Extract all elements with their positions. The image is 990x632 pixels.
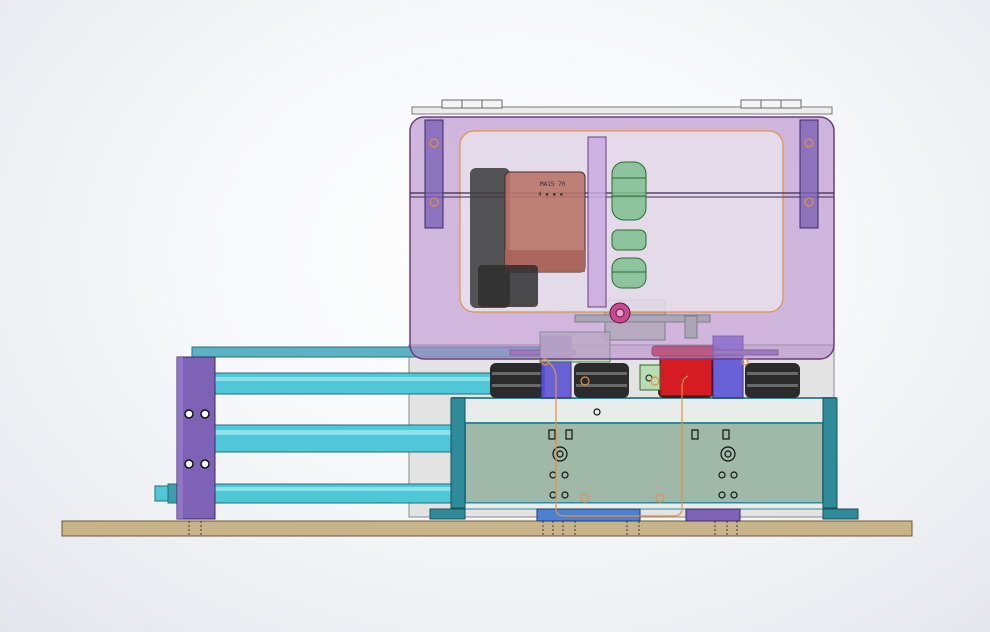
guide-rod-bottom[interactable] [213,483,460,504]
guide-rod-middle[interactable] [213,424,460,453]
guide-rod-top[interactable] [213,372,500,395]
cabinet-bottom-rail[interactable] [452,502,836,510]
cabinet-right-frame[interactable] [822,397,859,520]
isolator-4[interactable] [745,363,800,398]
enclosure-clamp-right[interactable] [799,119,819,229]
enclosure-clamp-left[interactable] [424,119,444,229]
left-end-bracket[interactable] [176,356,216,520]
cad-viewport[interactable]: MA15 70 4 ▪ ▪ ▪ [0,0,990,632]
assembly-model[interactable]: MA15 70 4 ▪ ▪ ▪ [0,0,990,632]
hinge-right[interactable] [740,99,802,109]
cabinet-body[interactable] [464,422,824,504]
motor-label-line2: 4 ▪ ▪ ▪ [538,191,563,198]
cabinet-foot-left[interactable] [536,508,641,522]
isolator-1[interactable] [490,363,545,398]
hinge-left[interactable] [441,99,503,109]
isolator-2[interactable] [574,363,629,398]
cabinet-foot-right[interactable] [685,508,741,522]
motor-label-line1: MA15 70 [540,181,566,188]
cabinet-top-lip[interactable] [452,397,836,424]
lower-cabinet[interactable] [429,397,859,522]
